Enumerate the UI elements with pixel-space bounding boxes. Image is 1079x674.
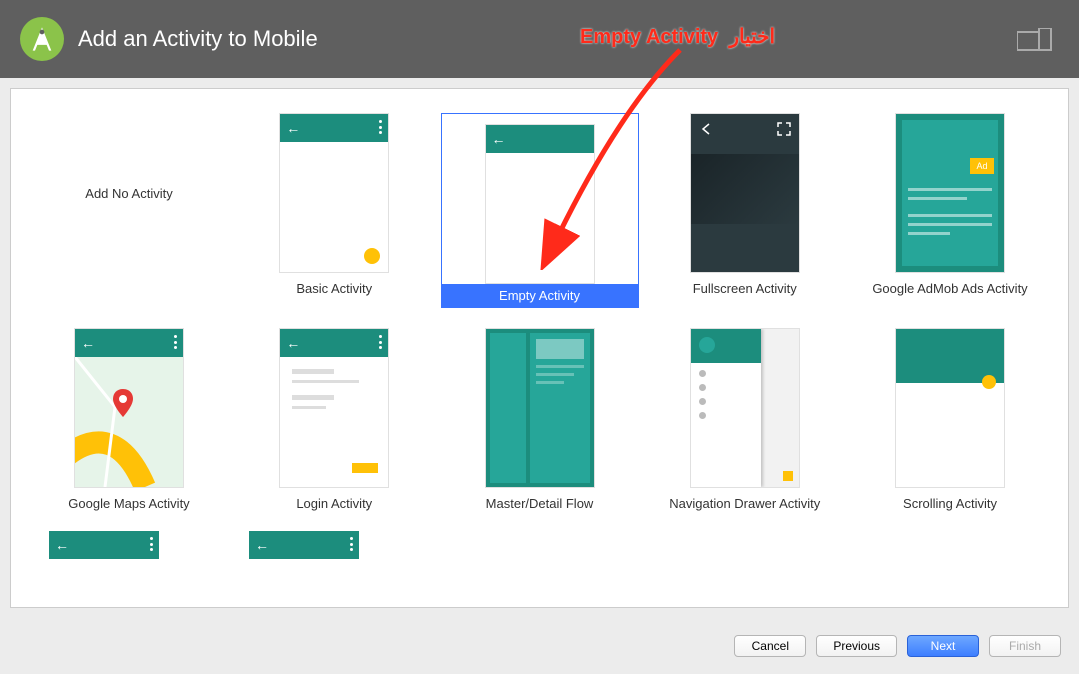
template-fullscreen-activity[interactable]: Fullscreen Activity [645, 113, 845, 308]
back-icon: ← [492, 131, 506, 147]
template-label: Scrolling Activity [903, 496, 997, 511]
template-label: Fullscreen Activity [693, 281, 797, 296]
login-button-icon [352, 463, 378, 473]
template-label: Basic Activity [296, 281, 372, 296]
back-icon: ← [286, 120, 300, 136]
wizard-footer: Cancel Previous Next Finish [0, 618, 1079, 674]
template-label: Login Activity [296, 496, 372, 511]
back-icon: ← [286, 335, 300, 351]
ad-badge: Ad [970, 158, 994, 174]
template-label: Add No Activity [74, 113, 184, 273]
wizard-title: Add an Activity to Mobile [78, 26, 318, 52]
template-label: Google Maps Activity [68, 496, 189, 511]
template-label: Navigation Drawer Activity [669, 496, 820, 511]
template-thumbnail [485, 328, 595, 488]
previous-button[interactable]: Previous [816, 635, 897, 657]
back-icon [699, 122, 713, 136]
fab-icon [364, 248, 380, 264]
back-icon: ← [55, 537, 69, 553]
template-gallery: Add No Activity ← Basic Activity ← Empty… [10, 88, 1069, 608]
overflow-icon [379, 120, 382, 134]
template-scrolling-activity[interactable]: Scrolling Activity [850, 328, 1050, 511]
template-label: Empty Activity [442, 284, 638, 307]
template-google-admob-ads-activity[interactable]: Ad Google AdMob Ads Activity [850, 113, 1050, 308]
template-partial-1[interactable]: ← [49, 531, 159, 559]
back-icon: ← [81, 335, 95, 351]
template-thumbnail: Ad [895, 113, 1005, 273]
wizard-header: Add an Activity to Mobile [0, 0, 1079, 78]
template-add-no-activity[interactable]: Add No Activity [29, 113, 229, 308]
template-login-activity[interactable]: ← Login Activity [234, 328, 434, 511]
template-thumbnail: ← [279, 113, 389, 273]
template-thumbnail [690, 113, 800, 273]
cancel-button[interactable]: Cancel [734, 635, 806, 657]
template-thumbnail: ← [279, 328, 389, 488]
map-pin-icon [113, 389, 133, 417]
fullscreen-icon [777, 122, 791, 136]
overflow-icon [350, 537, 353, 551]
next-button[interactable]: Next [907, 635, 979, 657]
template-navigation-drawer-activity[interactable]: Navigation Drawer Activity [645, 328, 845, 511]
overflow-icon [379, 335, 382, 349]
template-thumbnail: ← [74, 328, 184, 488]
template-empty-activity[interactable]: ← Empty Activity [440, 113, 640, 308]
fab-icon [982, 375, 996, 389]
finish-button: Finish [989, 635, 1061, 657]
template-thumbnail [690, 328, 800, 488]
overflow-icon [150, 537, 153, 551]
template-thumbnail: ← [485, 124, 595, 284]
template-partial-2[interactable]: ← [249, 531, 359, 559]
back-icon: ← [255, 537, 269, 553]
template-thumbnail [895, 328, 1005, 488]
overflow-icon [174, 335, 177, 349]
template-label: Google AdMob Ads Activity [872, 281, 1027, 296]
template-google-maps-activity[interactable]: ← Google Maps Activity [29, 328, 229, 511]
form-factor-icon [1017, 28, 1057, 55]
template-label: Master/Detail Flow [486, 496, 594, 511]
template-master-detail-flow[interactable]: Master/Detail Flow [440, 328, 640, 511]
android-studio-logo [20, 17, 64, 61]
template-basic-activity[interactable]: ← Basic Activity [234, 113, 434, 308]
